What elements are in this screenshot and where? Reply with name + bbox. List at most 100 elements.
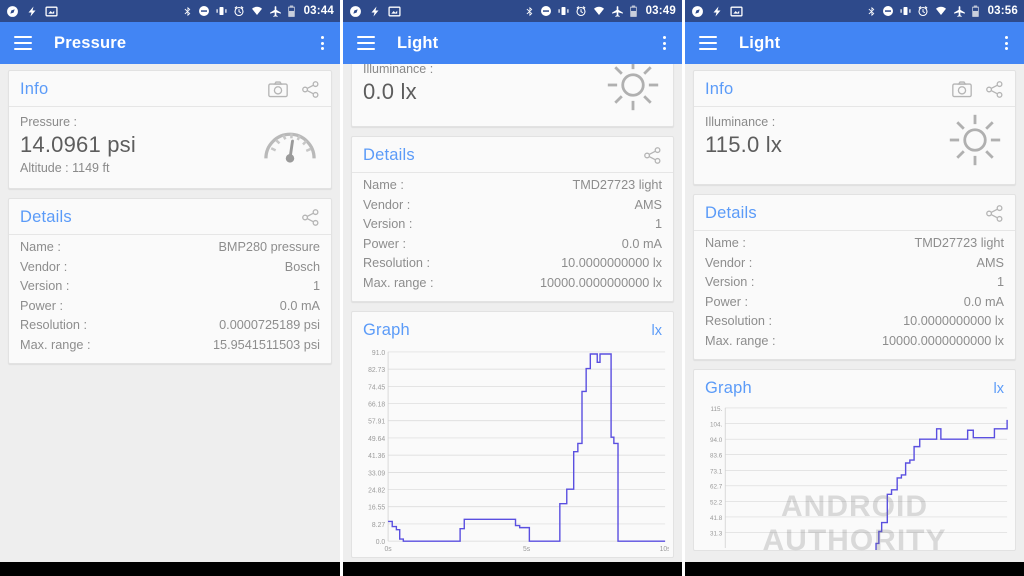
hamburger-icon[interactable]: [357, 36, 375, 50]
table-row: Version : 1: [363, 215, 662, 235]
camera-icon[interactable]: [268, 81, 288, 98]
compass-icon: [7, 5, 18, 17]
status-bar-left-icons: [349, 5, 401, 18]
details-card-actions: [301, 209, 320, 226]
graph-plot-area[interactable]: 31.3 41.8 52.2 62.7 73.1 83.6 94.0 104. 115.: [694, 400, 1015, 550]
table-row: Name : TMD27723 light: [363, 176, 662, 196]
details-rows: Name : TMD27723 light Vendor : AMS Version…: [694, 231, 1015, 359]
do-not-disturb-icon: [882, 6, 893, 16]
screen-content: Info Pressure : 14.0961 psi Altitude : 1…: [0, 64, 340, 562]
overflow-menu-icon[interactable]: [661, 32, 668, 54]
flash-icon: [713, 6, 721, 16]
phone-screen-light-dark: 03:49 Light Illuminance : 0.0 lx Details…: [343, 0, 682, 576]
svg-text:57.91: 57.91: [368, 419, 385, 426]
row-key: Version :: [20, 279, 70, 293]
details-card: Details Name : TMD27723 light Vendor : AMS…: [693, 194, 1016, 360]
status-bar-right-icons: 03:49: [524, 5, 676, 18]
compass-icon: [692, 5, 703, 17]
row-key: Resolution :: [363, 256, 430, 270]
info-value: 115.0 lx: [705, 132, 783, 157]
wifi-icon: [935, 6, 946, 15]
details-card: Details Name : TMD27723 light Vendor : AMS…: [351, 136, 674, 302]
bluetooth-icon: [526, 6, 532, 16]
details-card: Details Name : BMP280 pressure Vendor : Bo…: [8, 198, 332, 364]
overflow-menu-icon[interactable]: [1003, 32, 1010, 54]
bluetooth-icon: [184, 6, 190, 16]
details-card-header: Details: [9, 199, 331, 235]
navigation-bar: [0, 562, 340, 576]
row-value: Bosch: [284, 259, 320, 274]
status-bar-right-icons: 03:56: [866, 5, 1018, 18]
svg-text:5s: 5s: [523, 546, 531, 553]
airplane-mode-icon: [953, 5, 965, 17]
share-icon[interactable]: [643, 147, 662, 164]
svg-text:91.0: 91.0: [372, 350, 385, 357]
row-key: Max. range :: [20, 337, 91, 352]
details-card-actions: [985, 205, 1004, 222]
info-card-title: Info: [20, 80, 49, 98]
graph-card-title: Graph: [363, 321, 410, 339]
table-row: Power : 0.0 mA: [705, 293, 1004, 313]
table-row: Resolution : 10.0000000000 lx: [705, 312, 1004, 332]
svg-text:16.55: 16.55: [368, 505, 385, 512]
screenshot-icon: [730, 6, 743, 16]
overflow-menu-icon[interactable]: [319, 32, 326, 54]
svg-text:104.: 104.: [710, 421, 723, 428]
details-rows: Name : BMP280 pressure Vendor : Bosch Vers…: [9, 235, 331, 363]
info-card-body: Illuminance : 0.0 lx: [352, 64, 673, 126]
svg-text:24.82: 24.82: [368, 487, 385, 494]
status-bar-clock: 03:56: [987, 5, 1018, 17]
table-row: Name : TMD27723 light: [705, 234, 1004, 254]
svg-text:52.2: 52.2: [710, 499, 723, 506]
table-row: Resolution : 10.0000000000 lx: [363, 254, 662, 274]
info-values: Pressure : 14.0961 psi Altitude : 1149 f…: [20, 114, 261, 177]
do-not-disturb-icon: [540, 6, 551, 16]
details-card-title: Details: [363, 146, 415, 164]
battery-icon: [971, 5, 979, 17]
share-icon[interactable]: [985, 81, 1004, 98]
status-bar: 03:56: [685, 0, 1024, 22]
svg-text:41.36: 41.36: [368, 453, 385, 460]
table-row: Vendor : Bosch: [20, 258, 320, 278]
row-value: 10000.0000000000 lx: [881, 333, 1004, 348]
svg-text:31.3: 31.3: [710, 530, 723, 537]
camera-icon[interactable]: [952, 81, 972, 98]
app-bar: Pressure: [0, 22, 340, 64]
svg-text:8.27: 8.27: [372, 522, 385, 529]
row-key: Resolution :: [20, 318, 87, 332]
status-bar-left-icons: [691, 5, 743, 18]
airplane-mode-icon: [269, 5, 281, 17]
row-key: Max. range :: [363, 275, 434, 290]
graph-unit-label[interactable]: lx: [652, 323, 662, 339]
table-row: Name : BMP280 pressure: [20, 238, 320, 258]
info-card-header: Info: [694, 71, 1015, 107]
details-card-header: Details: [694, 195, 1015, 231]
graph-card: Graph lx 31.3 41.8 52.2 62.7 73.1 83.6 94.0 104…: [693, 369, 1016, 551]
table-row: Vendor : AMS: [705, 254, 1004, 274]
sun-icon: [605, 64, 661, 118]
row-key: Name :: [363, 178, 404, 192]
share-icon[interactable]: [985, 205, 1004, 222]
hamburger-icon[interactable]: [14, 36, 32, 50]
row-key: Name :: [705, 236, 746, 250]
share-icon[interactable]: [301, 81, 320, 98]
screenshot-icon: [45, 6, 58, 16]
details-card-header: Details: [352, 137, 673, 173]
details-rows: Name : TMD27723 light Vendor : AMS Version…: [352, 173, 673, 301]
svg-text:10s: 10s: [660, 546, 669, 553]
info-label: Pressure :: [20, 115, 77, 129]
graph-card: Graph lx 0.0 8.27 16.55 24.82 33.09 41.36 49.6…: [351, 311, 674, 558]
graph-unit-label[interactable]: lx: [994, 381, 1004, 397]
info-subvalue: Altitude : 1149 ft: [20, 161, 110, 175]
graph-plot-area[interactable]: 0.0 8.27 16.55 24.82 33.09 41.36 49.64 57.91 66.…: [352, 342, 673, 557]
info-card: Info Illuminance : 115.0 lx: [693, 70, 1016, 185]
line-chart-right: 31.3 41.8 52.2 62.7 73.1 83.6 94.0 104. 115.: [698, 402, 1011, 550]
info-label: Illuminance :: [363, 64, 434, 76]
status-bar-left-icons: [6, 5, 58, 18]
page-title: Pressure: [54, 33, 127, 52]
svg-text:41.8: 41.8: [710, 515, 723, 522]
hamburger-icon[interactable]: [699, 36, 717, 50]
row-value: TMD27723 light: [914, 236, 1004, 250]
row-value: 10.0000000000 lx: [561, 256, 662, 270]
share-icon[interactable]: [301, 209, 320, 226]
